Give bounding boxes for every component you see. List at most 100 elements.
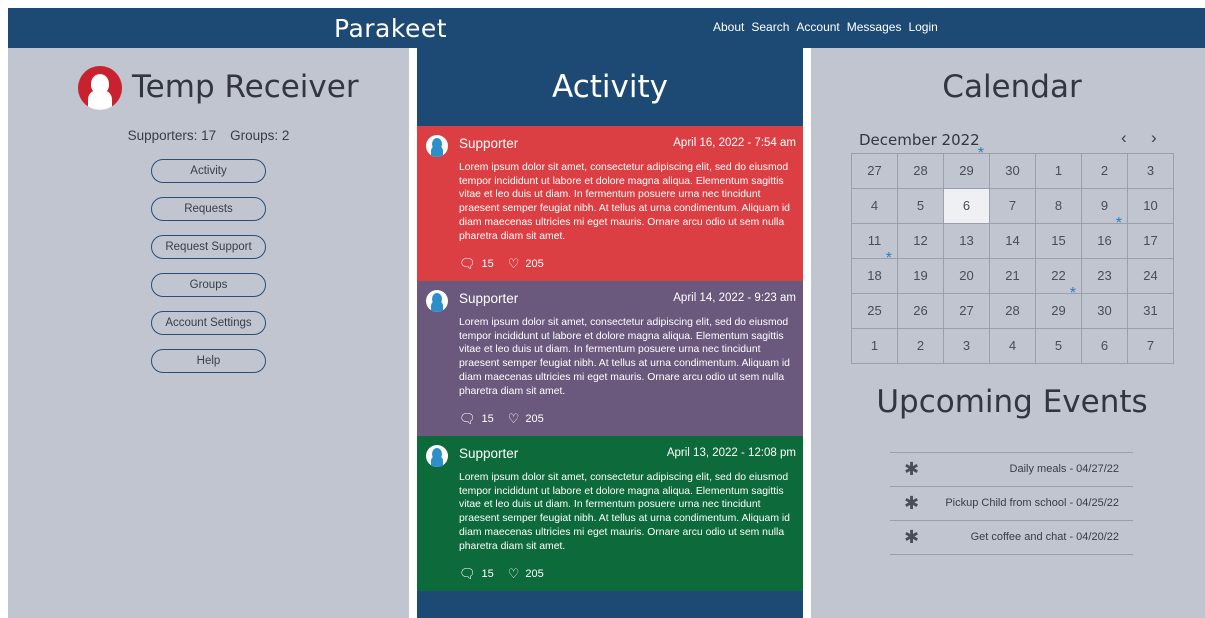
event-label: Pickup Child from school - 04/25/22 — [945, 497, 1119, 509]
calendar-day[interactable]: 4 — [990, 329, 1036, 364]
calendar-day[interactable]: 4 — [852, 189, 898, 224]
calendar-day[interactable]: 5 — [898, 189, 944, 224]
comment-icon[interactable]: 🗨︎ — [459, 566, 476, 582]
calendar-day[interactable]: 23 — [1082, 259, 1128, 294]
calendar-day-number: 30 — [1097, 303, 1112, 318]
calendar-day-today[interactable]: 6 — [944, 189, 990, 224]
profile-menu: Activity Requests Request Support Groups… — [151, 159, 266, 387]
calendar-day[interactable]: 1 — [1036, 154, 1082, 189]
calendar-day-number: 29 — [959, 163, 974, 178]
calendar-day[interactable]: 6 — [1082, 329, 1128, 364]
comment-count: 15 — [481, 413, 494, 425]
post-date: April 13, 2022 - 12:08 pm — [666, 447, 796, 459]
comment-icon[interactable]: 🗨︎ — [459, 411, 476, 427]
calendar-day[interactable]: 16 * — [1082, 215, 1128, 259]
event-marker-icon: * — [977, 145, 984, 162]
activity-button[interactable]: Activity — [151, 159, 266, 183]
post-author[interactable]: Supporter — [459, 136, 518, 151]
calendar-month-label: December 2022 — [859, 131, 980, 149]
calendar-day-number: 14 — [1005, 233, 1020, 248]
calendar-day[interactable]: 17 — [1128, 224, 1174, 259]
chevron-right-icon[interactable]: › — [1151, 128, 1157, 148]
calendar-panel: Calendar December 2022 ‹ › 27 28 29 * 30 1 2 3 4… — [811, 48, 1205, 618]
calendar-day-number: 10 — [1143, 198, 1158, 213]
calendar-day[interactable]: 10 — [1128, 189, 1174, 224]
calendar-day[interactable]: 13 — [944, 224, 990, 259]
like-count: 205 — [525, 258, 544, 270]
parakeet-logo[interactable]: Parakeet — [334, 14, 447, 43]
calendar-day-number: 25 — [867, 303, 882, 318]
event-item[interactable]: ✱ Get coffee and chat - 04/20/22 — [890, 521, 1133, 555]
calendar-day-number: 17 — [1143, 233, 1158, 248]
calendar-day-number: 20 — [959, 268, 974, 283]
activity-post[interactable]: Supporter April 16, 2022 - 7:54 am Lorem… — [417, 126, 803, 281]
calendar-day[interactable]: 29 * — [1036, 285, 1082, 329]
calendar-day[interactable]: 26 — [898, 294, 944, 329]
calendar-day[interactable]: 19 — [898, 259, 944, 294]
calendar-day[interactable]: 27 — [852, 154, 898, 189]
calendar-day[interactable]: 1 — [852, 329, 898, 364]
calendar-day[interactable]: 12 — [898, 224, 944, 259]
nav-search-link[interactable]: Search — [751, 20, 789, 34]
nav-about-link[interactable]: About — [713, 20, 744, 34]
supporter-avatar-icon — [426, 445, 448, 467]
account-settings-button[interactable]: Account Settings — [151, 311, 266, 335]
heart-icon[interactable]: ♡ — [508, 566, 520, 582]
groups-button[interactable]: Groups — [151, 273, 266, 297]
help-button[interactable]: Help — [151, 349, 266, 373]
calendar-day-number: 27 — [959, 303, 974, 318]
post-meta: 🗨︎ 15 ♡ 205 — [459, 411, 544, 427]
profile-name: Temp Receiver — [132, 69, 359, 105]
calendar-day-number: 26 — [913, 303, 928, 318]
calendar-day-number: 30 — [1005, 163, 1020, 178]
calendar-day[interactable]: 28 — [990, 294, 1036, 329]
post-author[interactable]: Supporter — [459, 446, 518, 461]
calendar-day[interactable]: 25 — [852, 294, 898, 329]
calendar-day[interactable]: 29 * — [944, 145, 990, 189]
calendar-day[interactable]: 7 — [990, 189, 1036, 224]
activity-post[interactable]: Supporter April 14, 2022 - 9:23 am Lorem… — [417, 281, 803, 436]
top-navbar: Parakeet About Search Account Messages L… — [8, 8, 1205, 48]
calendar-day[interactable]: 30 — [1082, 294, 1128, 329]
nav-account-link[interactable]: Account — [796, 20, 839, 34]
calendar-day-number: 12 — [913, 233, 928, 248]
comment-count: 15 — [481, 258, 494, 270]
request-support-button[interactable]: Request Support — [151, 235, 266, 259]
calendar-day-number: 1 — [1054, 163, 1063, 178]
main-nav: About Search Account Messages Login — [713, 20, 938, 34]
post-body: Lorem ipsum dolor sit amet, consectetur … — [459, 162, 790, 242]
calendar-day[interactable]: 21 — [990, 259, 1036, 294]
supporter-avatar-icon — [426, 290, 448, 312]
comment-icon[interactable]: 🗨︎ — [459, 256, 476, 272]
chevron-left-icon[interactable]: ‹ — [1121, 128, 1127, 148]
calendar-day[interactable]: 20 — [944, 259, 990, 294]
activity-post[interactable]: Supporter April 13, 2022 - 12:08 pm Lore… — [417, 436, 803, 591]
nav-login-link[interactable]: Login — [908, 20, 937, 34]
calendar-day[interactable]: 2 — [1082, 154, 1128, 189]
calendar-day[interactable]: 8 — [1036, 189, 1082, 224]
asterisk-icon: ✱ — [904, 459, 920, 479]
event-marker-icon: * — [1069, 285, 1076, 302]
calendar-day[interactable]: 27 — [944, 294, 990, 329]
requests-button[interactable]: Requests — [151, 197, 266, 221]
profile-stats: Supporters: 17 Groups: 2 — [8, 128, 409, 143]
event-item[interactable]: ✱ Daily meals - 04/27/22 — [890, 453, 1133, 487]
calendar-day[interactable]: 24 — [1128, 259, 1174, 294]
calendar-day[interactable]: 3 — [944, 329, 990, 364]
post-author[interactable]: Supporter — [459, 291, 518, 306]
calendar-day[interactable]: 3 — [1128, 154, 1174, 189]
calendar-day[interactable]: 31 — [1128, 294, 1174, 329]
calendar-day[interactable]: 30 — [990, 154, 1036, 189]
nav-messages-link[interactable]: Messages — [847, 20, 902, 34]
calendar-day[interactable]: 15 — [1036, 224, 1082, 259]
calendar-day[interactable]: 14 — [990, 224, 1036, 259]
calendar-day[interactable]: 7 — [1128, 329, 1174, 364]
calendar-day[interactable]: 18 * — [852, 250, 898, 294]
calendar-day[interactable]: 5 — [1036, 329, 1082, 364]
calendar-day[interactable]: 28 — [898, 154, 944, 189]
heart-icon[interactable]: ♡ — [508, 256, 520, 272]
heart-icon[interactable]: ♡ — [508, 411, 520, 427]
calendar-day[interactable]: 2 — [898, 329, 944, 364]
upcoming-events-list: ✱ Daily meals - 04/27/22 ✱ Pickup Child … — [890, 452, 1133, 555]
event-item[interactable]: ✱ Pickup Child from school - 04/25/22 — [890, 487, 1133, 521]
